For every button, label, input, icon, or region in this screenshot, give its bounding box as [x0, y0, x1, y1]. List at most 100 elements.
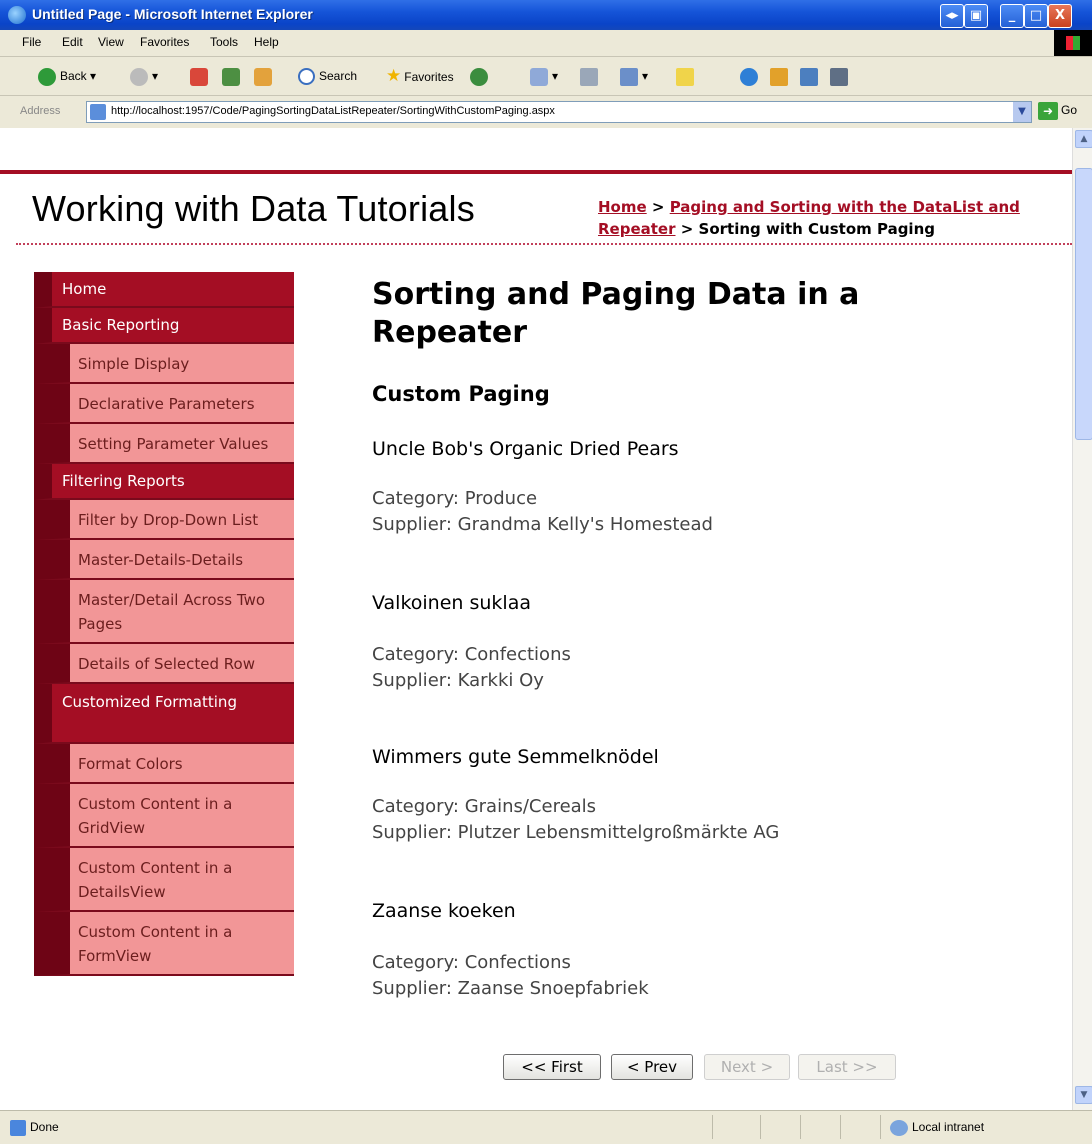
- product-name: Uncle Bob's Organic Dried Pears: [372, 438, 679, 460]
- zone-label: Local intranet: [912, 1120, 985, 1135]
- scroll-down-icon[interactable]: ▼: [1075, 1086, 1092, 1104]
- back-button[interactable]: Back ▾: [38, 66, 96, 86]
- sidebar-item-setting-parameter-values[interactable]: Setting Parameter Values: [34, 424, 294, 464]
- home-button[interactable]: [254, 66, 276, 86]
- sidebar-item-declarative-parameters[interactable]: Declarative Parameters: [34, 384, 294, 424]
- breadcrumb-separator: >: [646, 198, 670, 216]
- go-arrow-icon: ➜: [1038, 102, 1058, 120]
- page-heading: Sorting and Paging Data in a Repeater: [372, 277, 860, 350]
- refresh-button[interactable]: [222, 66, 244, 86]
- product-name: Zaanse koeken: [372, 900, 516, 922]
- status-divider: [800, 1115, 801, 1139]
- minimize-button[interactable]: _: [1000, 4, 1024, 28]
- vertical-scrollbar[interactable]: ▲ ▼: [1072, 128, 1092, 1110]
- status-done-label: Done: [30, 1120, 59, 1135]
- back-arrow-icon: [38, 67, 56, 86]
- search-icon: [298, 68, 315, 86]
- menu-view[interactable]: View: [98, 35, 124, 49]
- product-category: Category: Produce: [372, 488, 538, 509]
- sidebar-item-simple-display[interactable]: Simple Display: [34, 344, 294, 384]
- section-heading: Custom Paging: [372, 382, 550, 406]
- star-icon: ★: [386, 66, 402, 85]
- search-button[interactable]: Search: [298, 66, 357, 86]
- security-zone: Local intranet: [890, 1120, 984, 1136]
- address-bar: Address http://localhost:1957/Code/Pagin…: [0, 96, 1092, 129]
- breadcrumb-separator: >: [675, 220, 699, 238]
- back-label: Back: [60, 69, 87, 83]
- search-label: Search: [319, 69, 358, 83]
- mail-icon: [530, 67, 548, 86]
- print-button[interactable]: [580, 66, 602, 86]
- forward-button[interactable]: ▾: [130, 66, 158, 86]
- page-status-icon: [10, 1120, 26, 1136]
- product-category: Category: Confections: [372, 644, 571, 665]
- edit-button[interactable]: ▾: [620, 66, 648, 86]
- sidebar-item-custom-detailsview[interactable]: Custom Content in a DetailsView: [34, 848, 294, 912]
- history-button[interactable]: [470, 66, 492, 86]
- mail-button[interactable]: ▾: [530, 66, 558, 86]
- folder-icon: [676, 67, 694, 86]
- menu-file[interactable]: File: [22, 35, 41, 49]
- toolbar: Back ▾ ▾ Search ★ Favorites ▾ ▾: [0, 57, 1092, 96]
- sidebar-item-format-colors[interactable]: Format Colors: [34, 744, 294, 784]
- menu-tools[interactable]: Tools: [210, 35, 238, 49]
- breadcrumb-home-link[interactable]: Home: [598, 198, 647, 216]
- ie-logo-icon: [8, 6, 26, 24]
- address-input[interactable]: http://localhost:1957/Code/PagingSorting…: [86, 101, 1032, 123]
- page-icon: [90, 104, 106, 120]
- scroll-thumb[interactable]: [1075, 168, 1092, 440]
- sidebar-item-basic-reporting[interactable]: Basic Reporting: [34, 308, 294, 344]
- sidebar-item-details-selected-row[interactable]: Details of Selected Row: [34, 644, 294, 684]
- messenger-icon: [740, 67, 758, 86]
- home-icon: [254, 67, 272, 86]
- status-divider: [760, 1115, 761, 1139]
- go-button[interactable]: ➜ Go: [1038, 102, 1077, 120]
- sidebar-item-master-detail-across[interactable]: Master/Detail Across Two Pages: [34, 580, 294, 644]
- tool-icon-2: [800, 67, 818, 86]
- product-supplier: Supplier: Karkki Oy: [372, 670, 544, 691]
- sidebar-nav: Home Basic Reporting Simple Display Decl…: [34, 272, 294, 976]
- breadcrumb-current: Sorting with Custom Paging: [698, 220, 935, 238]
- status-divider: [840, 1115, 841, 1139]
- stop-icon: [190, 67, 208, 86]
- sidebar-item-customized-formatting[interactable]: Customized Formatting: [34, 684, 294, 744]
- sidebar-item-filter-dropdown[interactable]: Filter by Drop-Down List: [34, 500, 294, 540]
- favorites-button[interactable]: ★ Favorites: [386, 66, 454, 86]
- scroll-up-icon[interactable]: ▲: [1075, 130, 1092, 148]
- product-category: Category: Grains/Cereals: [372, 796, 597, 817]
- tool-button-3[interactable]: [830, 66, 852, 86]
- status-bar: Done Local intranet: [0, 1110, 1092, 1144]
- menu-help[interactable]: Help: [254, 35, 279, 49]
- sidebar-item-master-details-details[interactable]: Master-Details-Details: [34, 540, 294, 580]
- stop-button[interactable]: [190, 66, 212, 86]
- pager-first-button[interactable]: << First: [503, 1054, 601, 1080]
- menu-favorites[interactable]: Favorites: [140, 35, 189, 49]
- product-supplier: Supplier: Grandma Kelly's Homestead: [372, 514, 713, 535]
- maximize-button[interactable]: □: [1024, 4, 1048, 28]
- tool-icon-1: [770, 67, 788, 86]
- refresh-icon: [222, 67, 240, 86]
- pager-prev-button[interactable]: < Prev: [611, 1054, 693, 1080]
- address-dropdown-icon[interactable]: ▼: [1013, 102, 1031, 122]
- tool-button-1[interactable]: [770, 66, 792, 86]
- tool-button-2[interactable]: [800, 66, 822, 86]
- favorites-label: Favorites: [404, 70, 454, 84]
- messenger-button[interactable]: [740, 66, 762, 86]
- menu-edit[interactable]: Edit: [62, 35, 83, 49]
- window-extra-button[interactable]: ◂▸: [940, 4, 964, 28]
- sidebar-item-filtering-reports[interactable]: Filtering Reports: [34, 464, 294, 500]
- intranet-icon: [890, 1120, 908, 1136]
- header-divider: [16, 243, 1072, 245]
- product-category: Category: Confections: [372, 952, 571, 973]
- pager-next-button[interactable]: Next >: [704, 1054, 790, 1080]
- history-icon: [470, 67, 488, 86]
- sidebar-item-custom-gridview[interactable]: Custom Content in a GridView: [34, 784, 294, 848]
- pager-last-button[interactable]: Last >>: [798, 1054, 896, 1080]
- status-text: Done: [10, 1120, 59, 1136]
- folder-button[interactable]: [676, 66, 698, 86]
- forward-arrow-icon: [130, 67, 148, 86]
- window-extra2-button[interactable]: ▣: [964, 4, 988, 28]
- sidebar-item-home[interactable]: Home: [34, 272, 294, 308]
- close-button[interactable]: X: [1048, 4, 1072, 28]
- sidebar-item-custom-formview[interactable]: Custom Content in a FormView: [34, 912, 294, 976]
